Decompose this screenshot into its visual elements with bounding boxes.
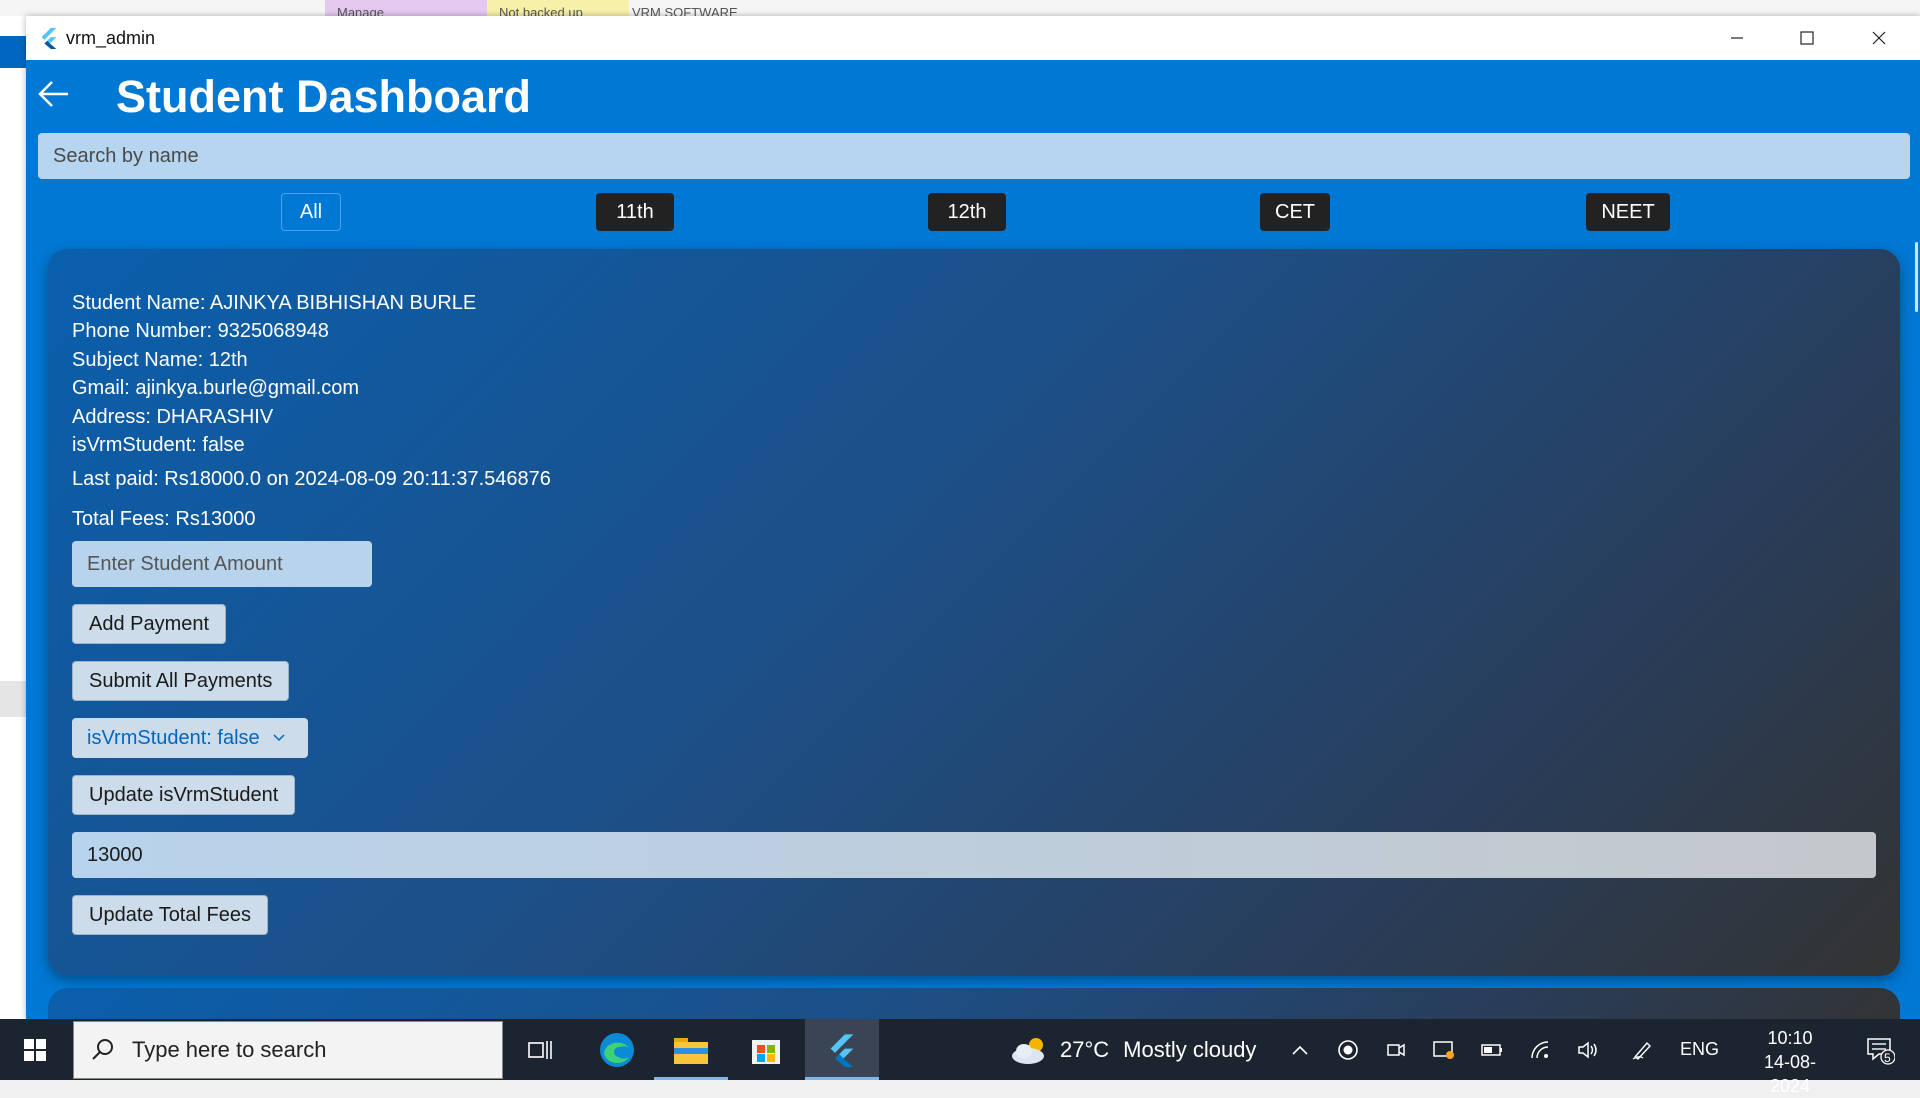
- language-indicator[interactable]: ENG: [1680, 1039, 1719, 1060]
- flutter-icon: [830, 1033, 854, 1067]
- background-window-strip: Manage Not backed up VRM SOFTWARE: [0, 0, 1920, 16]
- update-total-fees-button[interactable]: Update Total Fees: [72, 895, 268, 935]
- file-explorer-button[interactable]: [654, 1019, 728, 1080]
- task-view-icon: [528, 1040, 552, 1059]
- flutter-app-button[interactable]: [805, 1019, 879, 1080]
- maximize-icon: [1800, 31, 1814, 45]
- meet-now-tray-button[interactable]: [1378, 1019, 1414, 1080]
- update-is-vrm-student-button[interactable]: Update isVrmStudent: [72, 775, 296, 815]
- search-input[interactable]: [38, 133, 1910, 179]
- cloudy-weather-icon: [1012, 1037, 1044, 1064]
- meet-now-icon: [1387, 1043, 1405, 1056]
- taskbar: Type here to search 27°C Mostly cloudy E…: [0, 1019, 1920, 1096]
- student-address: Address: DHARASHIV: [72, 406, 274, 428]
- update-tray-button[interactable]: [1426, 1019, 1462, 1080]
- edge-button[interactable]: [580, 1019, 654, 1080]
- volume-tray-button[interactable]: [1570, 1019, 1606, 1080]
- total-fees-text: Total Fees: Rs13000: [72, 508, 256, 530]
- minimize-button[interactable]: [1702, 16, 1772, 60]
- edge-icon: [600, 1032, 634, 1067]
- minimize-icon: [1731, 37, 1743, 39]
- windows-update-icon: [1433, 1040, 1454, 1059]
- notification-count: 5: [1884, 1051, 1891, 1065]
- background-window-left: [0, 16, 27, 1019]
- student-card: Student Name: AJINKYA BIBHISHAN BURLE Ph…: [48, 249, 1900, 976]
- clock[interactable]: 10:10 14-08-2024: [1745, 1026, 1835, 1098]
- back-arrow-icon[interactable]: [34, 74, 74, 114]
- pen-icon: [1632, 1041, 1651, 1060]
- close-icon: [1872, 31, 1886, 45]
- record-icon: [1338, 1039, 1358, 1060]
- speaker-icon: [1578, 1040, 1597, 1059]
- student-amount-input[interactable]: Enter Student Amount: [72, 541, 372, 587]
- store-icon: [752, 1039, 780, 1064]
- dropdown-value: isVrmStudent: false: [87, 726, 260, 749]
- background-tab[interactable]: VRM SOFTWARE: [620, 0, 812, 16]
- submit-all-payments-button[interactable]: Submit All Payments: [72, 661, 290, 701]
- close-button[interactable]: [1844, 16, 1914, 60]
- network-tray-button[interactable]: [1522, 1019, 1558, 1080]
- is-vrm-student-dropdown[interactable]: isVrmStudent: false: [72, 718, 308, 758]
- notification-center-button[interactable]: 5: [1855, 1019, 1905, 1080]
- total-fees-input[interactable]: 13000: [72, 832, 1876, 878]
- background-accent: [0, 36, 26, 68]
- clock-time: 10:10: [1767, 1028, 1813, 1048]
- chevron-up-icon: [1292, 1045, 1308, 1055]
- window-title: vrm_admin: [66, 27, 156, 48]
- pen-tray-button[interactable]: [1624, 1019, 1660, 1080]
- student-is-vrm: isVrmStudent: false: [72, 434, 245, 456]
- filter-cet-button[interactable]: CET: [1260, 193, 1330, 231]
- start-button[interactable]: [0, 1019, 70, 1080]
- student-card-next: [48, 988, 1900, 1019]
- app-bar: Student Dashboard: [26, 60, 1920, 136]
- student-gmail: Gmail: ajinkya.burle@gmail.com: [72, 377, 360, 399]
- filter-11th-button[interactable]: 11th: [596, 193, 674, 231]
- search-icon: [92, 1039, 113, 1060]
- clock-date: 14-08-2024: [1763, 1052, 1817, 1096]
- filter-all-button[interactable]: All: [281, 193, 341, 231]
- last-paid-text: Last paid: Rs18000.0 on 2024-08-09 20:11…: [72, 468, 551, 490]
- page-title: Student Dashboard: [116, 71, 532, 122]
- battery-icon: [1481, 1043, 1502, 1056]
- background-tab[interactable]: Manage: [325, 0, 497, 16]
- record-tray-button[interactable]: [1330, 1019, 1366, 1080]
- scrollbar-thumb[interactable]: [1915, 242, 1918, 312]
- add-payment-button[interactable]: Add Payment: [72, 604, 227, 644]
- title-bar[interactable]: vrm_admin: [26, 16, 1920, 60]
- student-name: Student Name: AJINKYA BIBHISHAN BURLE: [72, 292, 477, 314]
- filter-12th-button[interactable]: 12th: [928, 193, 1006, 231]
- weather-widget[interactable]: 27°C Mostly cloudy: [1010, 1019, 1256, 1080]
- weather-condition: Mostly cloudy: [1123, 1036, 1257, 1062]
- weather-temp: 27°C: [1060, 1036, 1110, 1062]
- maximize-button[interactable]: [1772, 16, 1842, 60]
- student-subject: Subject Name: 12th: [72, 349, 248, 371]
- background-tab[interactable]: Not backed up: [487, 0, 629, 16]
- task-view-button[interactable]: [504, 1019, 578, 1080]
- battery-tray-button[interactable]: [1474, 1019, 1510, 1080]
- taskbar-search-placeholder: Type here to search: [132, 1037, 327, 1062]
- wifi-icon: [1531, 1040, 1549, 1058]
- student-phone: Phone Number: 9325068948: [72, 320, 329, 342]
- file-explorer-icon: [674, 1037, 708, 1064]
- store-button[interactable]: [729, 1019, 803, 1080]
- show-hidden-icons-button[interactable]: [1282, 1019, 1318, 1080]
- taskbar-search-box[interactable]: Type here to search: [73, 1021, 503, 1079]
- filter-neet-button[interactable]: NEET: [1586, 193, 1670, 231]
- windows-logo-icon: [24, 1038, 46, 1061]
- flutter-logo-icon: [41, 27, 57, 49]
- background-accent: [0, 681, 26, 717]
- chevron-down-icon: [273, 734, 285, 742]
- app-window: vrm_admin Student Dashboard All 11th 12t…: [26, 16, 1920, 1019]
